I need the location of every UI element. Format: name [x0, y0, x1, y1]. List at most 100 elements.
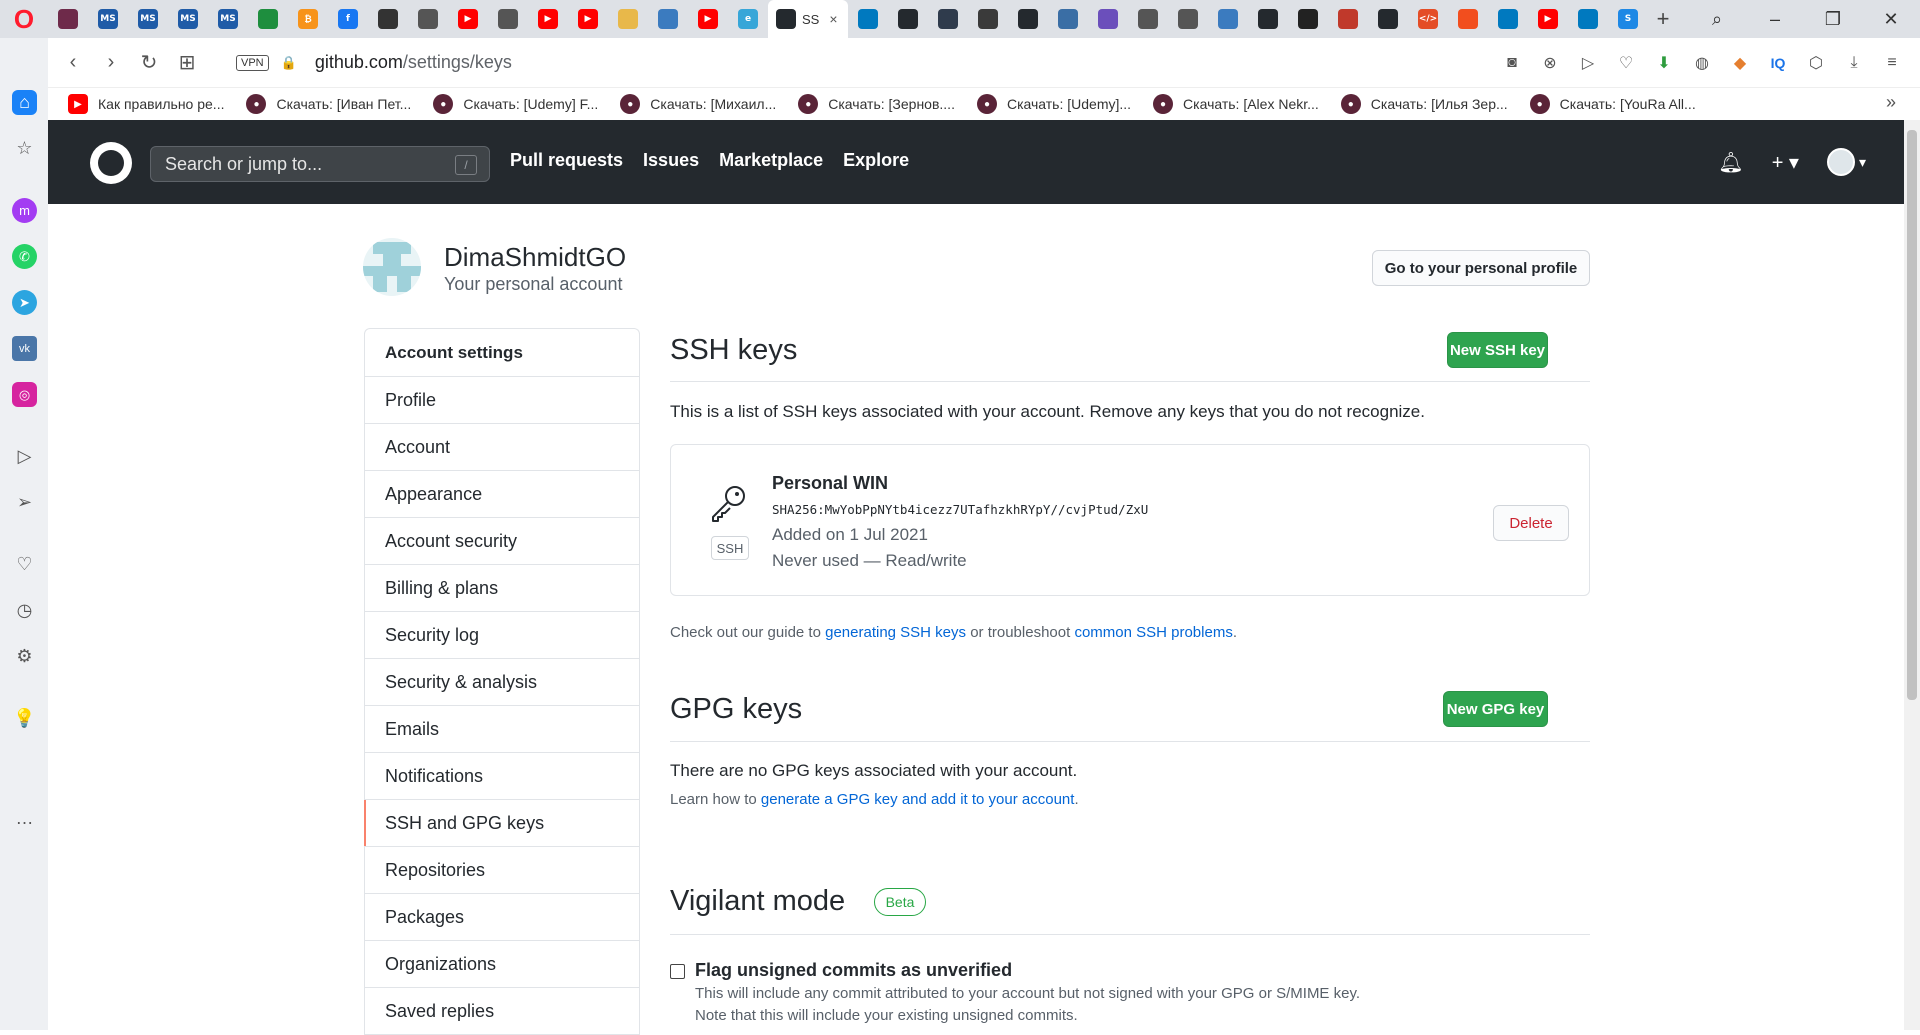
menu-item-organizations[interactable]: Organizations [365, 941, 639, 988]
browser-tab[interactable]: MS [128, 0, 168, 38]
browser-tab[interactable]: </> [1408, 0, 1448, 38]
new-ssh-key-button[interactable]: New SSH key [1447, 332, 1548, 368]
browser-tab[interactable]: ▶ [568, 0, 608, 38]
telegram-icon[interactable]: ➤ [12, 290, 37, 315]
browser-tab[interactable] [888, 0, 928, 38]
bookmark-item[interactable]: ▶ Как правильно ре... [68, 94, 224, 114]
send-icon[interactable]: ➢ [12, 490, 37, 515]
browser-tab[interactable] [1168, 0, 1208, 38]
close-tab-icon[interactable]: × [829, 11, 837, 27]
menu-item-security-analysis[interactable]: Security & analysis [365, 659, 639, 706]
opera-logo-icon[interactable]: O [0, 0, 48, 38]
minimize-icon[interactable]: – [1746, 0, 1804, 38]
download-extension-icon[interactable]: ⬇ [1652, 51, 1676, 75]
browser-tab[interactable]: ▶ [528, 0, 568, 38]
browser-tab[interactable] [1008, 0, 1048, 38]
browser-tab[interactable]: S [1608, 0, 1648, 38]
tab-grid-icon[interactable]: ⊞ [168, 44, 206, 82]
browser-tab[interactable] [1568, 0, 1608, 38]
reload-icon[interactable]: ↻ [130, 44, 168, 82]
browser-tab[interactable]: MS [208, 0, 248, 38]
new-gpg-key-button[interactable]: New GPG key [1443, 691, 1548, 727]
search-input[interactable] [151, 147, 431, 181]
vpn-badge[interactable]: VPN [236, 54, 269, 71]
bookmark-item[interactable]: ● Скачать: [Alex Nekr... [1153, 94, 1319, 114]
browser-tab[interactable] [48, 0, 88, 38]
browser-tab[interactable]: MS [88, 0, 128, 38]
heart-icon[interactable]: ♡ [1614, 51, 1638, 75]
downloads-icon[interactable]: ⤓ [1842, 51, 1866, 75]
menu-item-appearance[interactable]: Appearance [365, 471, 639, 518]
browser-tab[interactable] [968, 0, 1008, 38]
browser-tab[interactable] [248, 0, 288, 38]
bookmark-item[interactable]: ● Скачать: [Илья Зер... [1340, 94, 1508, 114]
menu-item-repositories[interactable]: Repositories [365, 847, 639, 894]
flag-unsigned-label[interactable]: Flag unsigned commits as unverified [695, 960, 1012, 981]
whatsapp-icon[interactable]: ✆ [12, 244, 37, 269]
history-icon[interactable]: ◷ [12, 598, 37, 623]
bookmark-item[interactable]: ● Скачать: [Михаил... [620, 94, 776, 114]
generate-gpg-key-link[interactable]: generate a GPG key and add it to your ac… [761, 791, 1075, 808]
camera-icon[interactable]: ◙ [1500, 51, 1524, 75]
url-field[interactable]: github.com/settings/keys [315, 52, 512, 73]
flag-unsigned-checkbox[interactable] [670, 964, 685, 979]
browser-tab[interactable] [1448, 0, 1488, 38]
browser-tab[interactable] [488, 0, 528, 38]
browser-tab[interactable] [1048, 0, 1088, 38]
player-icon[interactable]: ▷ [12, 444, 37, 469]
close-window-icon[interactable]: ✕ [1862, 0, 1920, 38]
more-dots-icon[interactable]: … [12, 806, 37, 831]
vk-icon[interactable]: vk [12, 336, 37, 361]
user-avatar[interactable] [363, 238, 421, 296]
page-scrollbar[interactable] [1904, 120, 1920, 1030]
browser-tab[interactable] [368, 0, 408, 38]
heart-icon[interactable]: ♡ [12, 552, 37, 577]
globe-icon[interactable]: ◍ [1690, 51, 1714, 75]
menu-item-saved-replies[interactable]: Saved replies [365, 988, 639, 1035]
browser-tab[interactable] [1368, 0, 1408, 38]
messenger-icon[interactable]: m [12, 198, 37, 223]
browser-tab-active[interactable]: SS × [768, 0, 848, 38]
bookmark-item[interactable]: ● Скачать: [YouRa All... [1529, 94, 1696, 114]
browser-tab[interactable]: ▶ [448, 0, 488, 38]
browser-tab[interactable]: MS [168, 0, 208, 38]
share-icon[interactable]: ▷ [1576, 51, 1600, 75]
browser-tab[interactable] [1128, 0, 1168, 38]
settings-gear-icon[interactable]: ⚙ [12, 644, 37, 669]
lock-icon[interactable]: 🔒 [281, 55, 297, 71]
browser-tab[interactable] [928, 0, 968, 38]
home-icon[interactable]: ⌂ [12, 90, 37, 115]
menu-item-emails[interactable]: Emails [365, 706, 639, 753]
user-menu[interactable]: ▾ [1826, 148, 1866, 176]
tips-bulb-icon[interactable]: 💡 [12, 706, 37, 731]
browser-tab[interactable]: e [728, 0, 768, 38]
block-ads-icon[interactable]: ⊗ [1538, 51, 1562, 75]
bookmarks-sidebar-icon[interactable]: ☆ [12, 136, 37, 161]
menu-item-ssh-and-gpg-keys[interactable]: SSH and GPG keys [364, 800, 639, 847]
nav-explore[interactable]: Explore [843, 150, 909, 171]
nav-pull-requests[interactable]: Pull requests [510, 150, 623, 171]
new-tab-button[interactable]: + [1648, 0, 1678, 38]
browser-tab[interactable]: ₿ [288, 0, 328, 38]
bookmark-item[interactable]: ● Скачать: [Иван Пет... [246, 94, 411, 114]
browser-tab[interactable]: ▶ [1528, 0, 1568, 38]
bookmark-item[interactable]: ● Скачать: [Зернов.... [798, 94, 955, 114]
browser-tab[interactable] [648, 0, 688, 38]
menu-icon[interactable]: ≡ [1880, 51, 1904, 75]
browser-tab[interactable] [1088, 0, 1128, 38]
menu-item-notifications[interactable]: Notifications [365, 753, 639, 800]
forward-icon[interactable]: › [92, 44, 130, 82]
delete-key-button[interactable]: Delete [1493, 505, 1569, 541]
browser-tab[interactable]: ▶ [688, 0, 728, 38]
restore-icon[interactable]: ❐ [1804, 0, 1862, 38]
menu-item-security-log[interactable]: Security log [365, 612, 639, 659]
browser-tab[interactable] [1288, 0, 1328, 38]
go-to-profile-button[interactable]: Go to your personal profile [1372, 250, 1590, 286]
menu-item-account-security[interactable]: Account security [365, 518, 639, 565]
browser-tab[interactable] [608, 0, 648, 38]
create-new-dropdown[interactable]: + ▾ [1772, 150, 1799, 175]
github-logo-icon[interactable] [90, 142, 132, 184]
browser-tab[interactable] [848, 0, 888, 38]
box-icon[interactable]: ⬡ [1804, 51, 1828, 75]
bookmark-item[interactable]: ● Скачать: [Udemy] F... [433, 94, 598, 114]
